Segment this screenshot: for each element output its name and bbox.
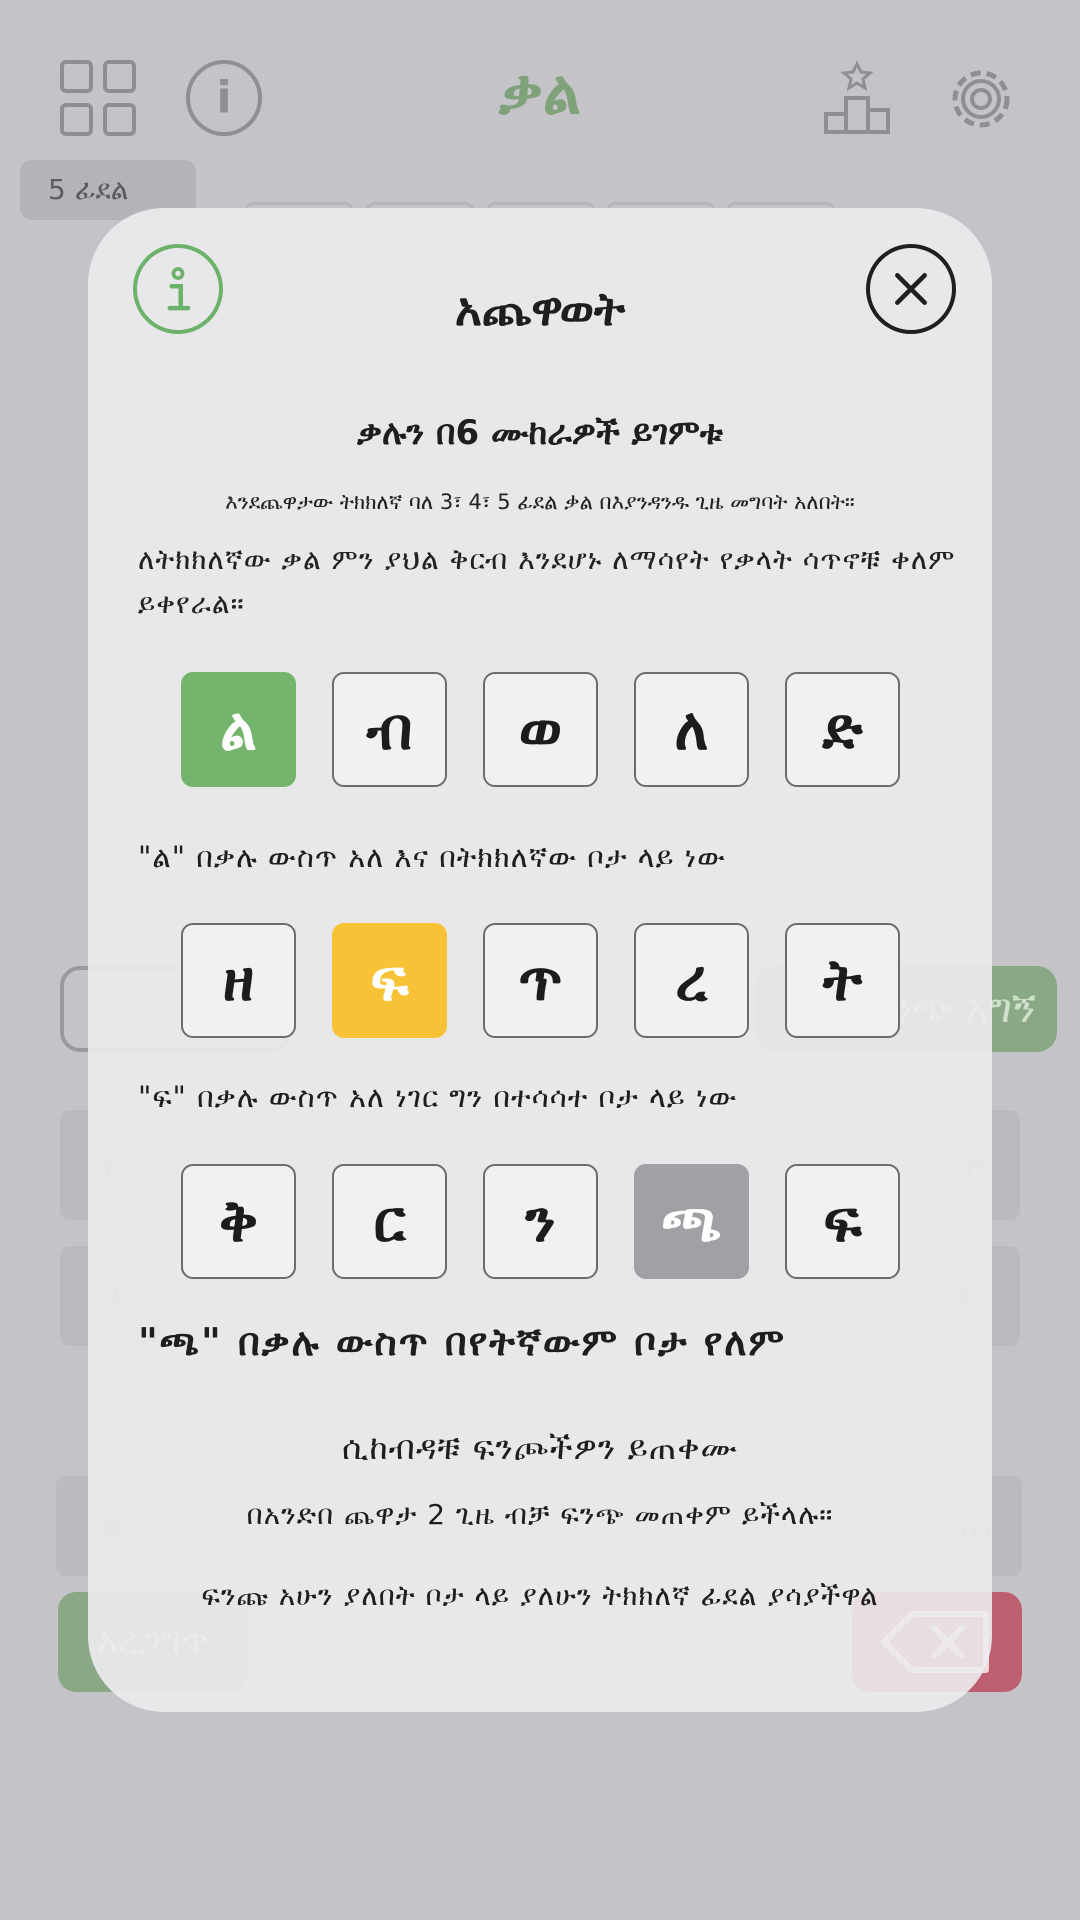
tile: ር	[332, 1164, 447, 1279]
app-title: ቃል	[499, 58, 581, 128]
tile: ፍ	[785, 1164, 900, 1279]
example-row-correct: ል ብ ወ ለ ድ	[181, 672, 900, 787]
rules-paragraph: ለትክክለኛው ቃል ምን ያህል ቅርብ እንደሆኑ ለማሳየት የቃላት ሳ…	[138, 543, 956, 620]
example-absent-text: "ጫ" በቃሉ ውስጥ በየትኛውም ቦታ የለም	[138, 1320, 786, 1364]
hint-title: ሲከብዳቹ ፍንጮችዎን ይጠቀሙ	[342, 1428, 738, 1467]
tile-absent: ጫ	[634, 1164, 749, 1279]
tile: ቅ	[181, 1164, 296, 1279]
modal-title: አጨዋወት	[454, 282, 626, 336]
example-row-present: ዘ ፍ ጥ ረ ት	[181, 923, 900, 1038]
tile: ት	[785, 923, 900, 1038]
tile: ን	[483, 1164, 598, 1279]
settings-gear-icon[interactable]	[944, 62, 1018, 136]
hint-rule-1: በአንድበ ጨዋታ 2 ጊዜ ብቻ ፍንጭ መጠቀም ይችላሉ።	[246, 1498, 834, 1531]
tile: ጥ	[483, 923, 598, 1038]
tile: ድ	[785, 672, 900, 787]
tile: ወ	[483, 672, 598, 787]
rules-line: እንደጨዋታው ትክክለኛ ባለ 3፣ 4፣ 5 ፊደል ቃል በእያንዳንዱ …	[225, 490, 855, 514]
tile: ረ	[634, 923, 749, 1038]
tile: ዘ	[181, 923, 296, 1038]
example-correct-text: "ል" በቃሉ ውስጥ አለ እና በትክክለኛው ቦታ ላይ ነው	[138, 840, 727, 874]
example-present-text: "ፍ" በቃሉ ውስጥ አለ ነገር ግን በተሳሳተ ቦታ ላይ ነው	[138, 1080, 738, 1114]
tile-correct: ል	[181, 672, 296, 787]
tile-present: ፍ	[332, 923, 447, 1038]
tile: ብ	[332, 672, 447, 787]
example-row-absent: ቅ ር ን ጫ ፍ	[181, 1164, 900, 1279]
leaderboard-icon[interactable]	[820, 60, 894, 136]
tile: ለ	[634, 672, 749, 787]
modal-subtitle: ቃሉን በ6 ሙከራዎች ይገምቱ	[357, 413, 723, 453]
hint-rule-2: ፍንጩ አሁን ያለበት ቦታ ላይ ያለሁን ትክክለኛ ፊደል ያሳያችዋል	[201, 1579, 879, 1612]
how-to-play-modal: አጨዋወት ቃሉን በ6 ሙከራዎች ይገምቱ እንደጨዋታው ትክክለኛ ባለ…	[88, 208, 992, 1712]
